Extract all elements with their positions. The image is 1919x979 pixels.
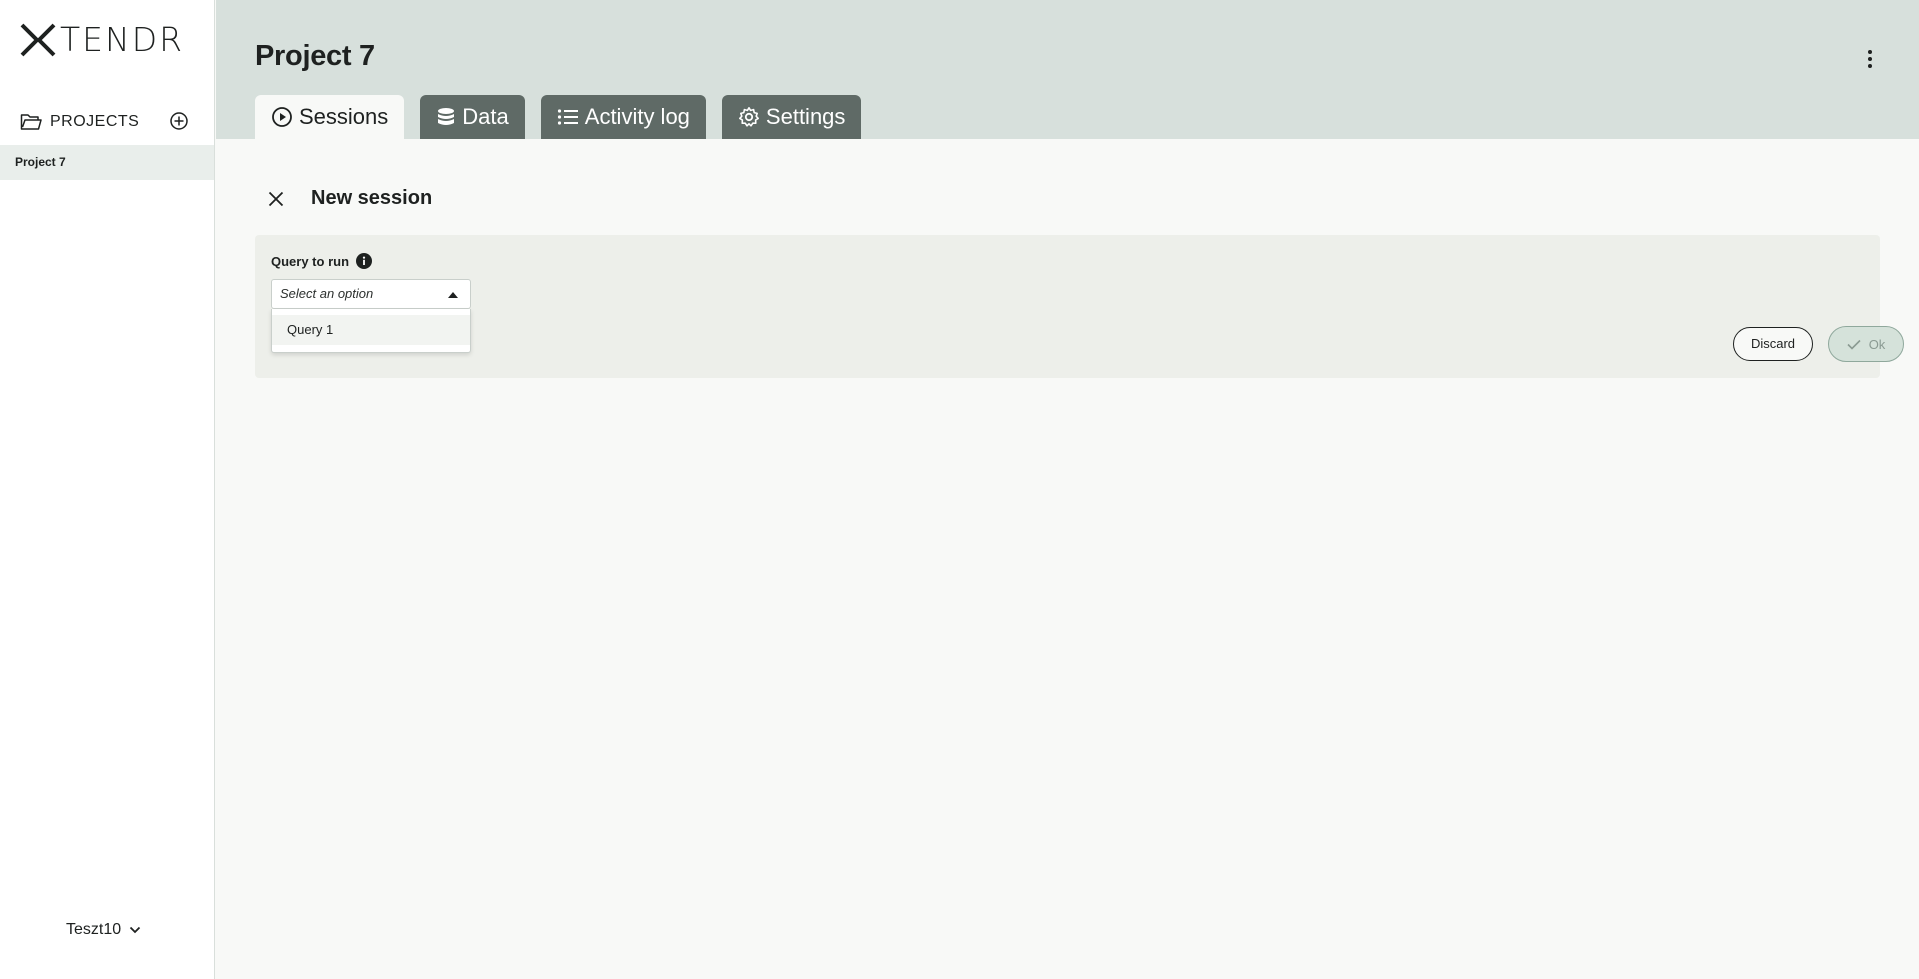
list-icon <box>557 109 578 125</box>
query-label-text: Query to run <box>271 253 350 269</box>
new-session-panel: Query to run Select an option Query 1 Di… <box>255 235 1904 378</box>
add-project-icon[interactable] <box>169 111 189 131</box>
page-title: Project 7 <box>255 40 375 72</box>
user-menu[interactable]: Teszt10 <box>66 921 141 939</box>
query-dropdown: Query 1 <box>271 309 471 353</box>
projects-header: PROJECTS <box>20 110 190 134</box>
tab-data-label: Data <box>462 104 509 129</box>
check-icon <box>1847 339 1861 350</box>
user-name: Teszt10 <box>66 921 122 938</box>
tab-activity-log[interactable]: Activity log <box>540 95 706 139</box>
more-options-icon[interactable] <box>1865 48 1875 70</box>
logo-text: TENDR <box>60 20 185 59</box>
logo-mark-icon <box>20 23 56 57</box>
query-field-label: Query to run <box>271 253 373 269</box>
close-icon[interactable] <box>266 189 286 209</box>
play-circle-icon <box>272 107 292 127</box>
database-icon <box>438 108 455 125</box>
ok-button-label: Ok <box>1868 336 1886 352</box>
caret-up-icon <box>448 292 458 298</box>
project-header: Project 7 Sessions Data Activity log Set… <box>216 0 1919 139</box>
projects-label: PROJECTS <box>50 113 140 130</box>
main-content: New session Query to run Select an optio… <box>216 139 1919 979</box>
query-select[interactable]: Select an option <box>271 279 471 309</box>
session-title: New session <box>311 187 433 209</box>
info-icon[interactable] <box>356 253 373 269</box>
discard-button[interactable]: Discard <box>1733 327 1813 361</box>
tab-sessions-label: Sessions <box>299 104 389 129</box>
chevron-down-icon <box>130 926 141 934</box>
sidebar-item-project-7[interactable]: Project 7 <box>0 145 214 180</box>
query-select-placeholder: Select an option <box>280 286 374 301</box>
tab-sessions[interactable]: Sessions <box>255 95 405 139</box>
tab-settings[interactable]: Settings <box>721 95 862 139</box>
ok-button[interactable]: Ok <box>1828 326 1904 362</box>
sidebar: TENDR PROJECTS Project 7 Teszt10 <box>0 0 215 979</box>
tab-settings-label: Settings <box>765 104 846 129</box>
tab-bar: Sessions Data Activity log Settings <box>255 95 877 139</box>
tab-data[interactable]: Data <box>420 95 525 139</box>
tab-activity-log-label: Activity log <box>584 104 690 129</box>
query-option[interactable]: Query 1 <box>272 315 470 345</box>
logo[interactable]: TENDR <box>20 20 184 60</box>
gear-icon <box>738 107 759 127</box>
folder-open-icon <box>20 114 42 130</box>
